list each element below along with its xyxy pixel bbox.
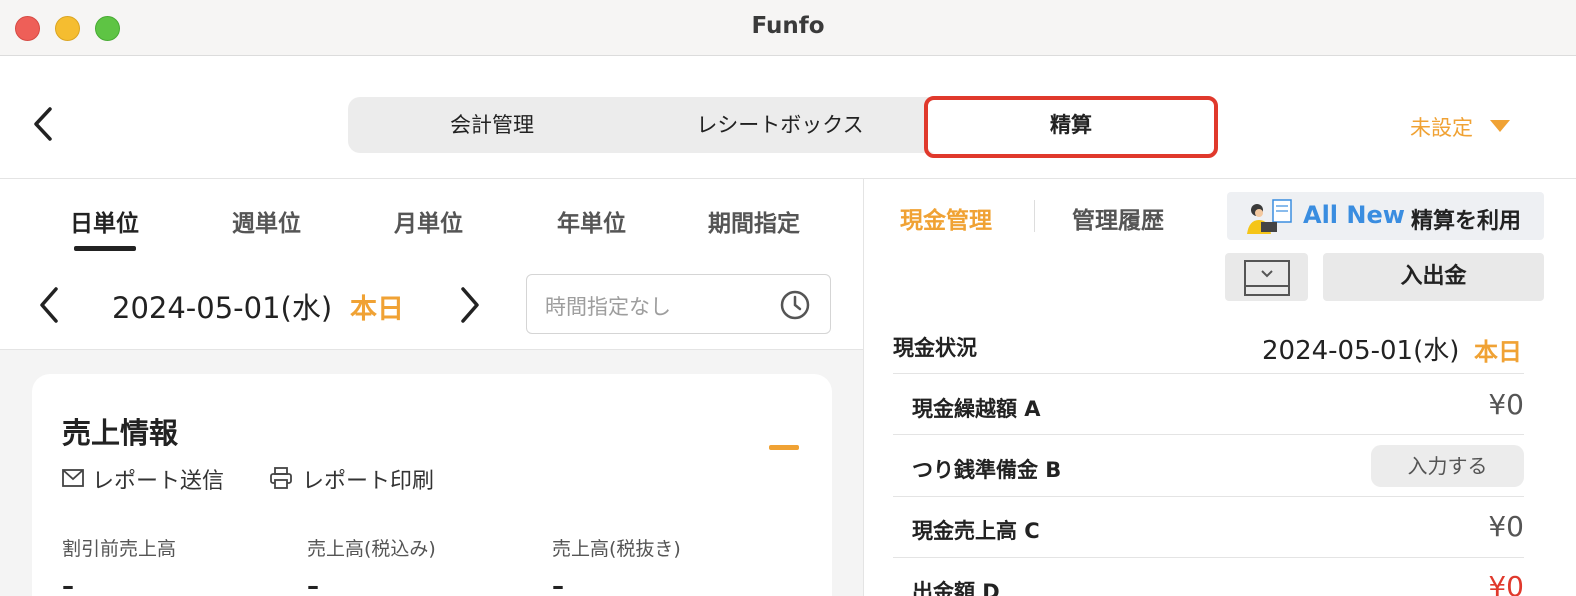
- current-date: 2024-05-01(水): [112, 291, 333, 325]
- cash-row-value: ¥0: [1488, 570, 1524, 596]
- divider: [0, 178, 1576, 179]
- metric-value: –: [62, 572, 74, 596]
- active-tab-indicator: [74, 246, 136, 251]
- today-badge: 本日: [350, 294, 404, 325]
- tab-custom-period[interactable]: 期間指定: [708, 204, 800, 238]
- tab-management-history[interactable]: 管理履歴: [1072, 201, 1164, 235]
- tab-accounting[interactable]: 会計管理: [348, 97, 636, 153]
- app-window: Funfo 会計管理 レシートボックス 精算 未設定 日単位 週単位 月単位 年…: [0, 0, 1576, 596]
- today-badge: 本日: [1474, 338, 1522, 366]
- time-filter-placeholder: 時間指定なし: [545, 295, 671, 319]
- promo-banner[interactable]: All New 精算を利用: [1227, 192, 1544, 240]
- sales-info-card: 売上情報 レポート送信 レポート印刷 割引前売上高 売上高(税込み) 売上高(税…: [32, 374, 832, 596]
- user-select[interactable]: 未設定: [1410, 112, 1473, 142]
- promo-new-label: All New: [1303, 201, 1405, 229]
- highlight-annotation: [924, 96, 1218, 158]
- cash-row-value: ¥0: [1488, 510, 1524, 543]
- cash-status-label: 現金状況: [893, 336, 977, 360]
- report-send-link[interactable]: レポート送信: [92, 463, 224, 495]
- metric-value: –: [307, 572, 319, 596]
- tab-weekly[interactable]: 週単位: [232, 204, 301, 238]
- cash-in-out-button[interactable]: 入出金: [1323, 253, 1544, 301]
- cash-row-label: 現金繰越額 A: [912, 397, 1041, 421]
- chevron-right-icon[interactable]: [457, 285, 483, 325]
- divider: [893, 373, 1524, 374]
- tab-monthly[interactable]: 月単位: [394, 204, 463, 238]
- cash-row-value: ¥0: [1488, 388, 1524, 421]
- clock-icon: [780, 290, 810, 320]
- mail-icon[interactable]: [62, 469, 84, 487]
- divider: [893, 496, 1524, 497]
- enter-amount-button[interactable]: 入力する: [1371, 445, 1524, 487]
- promo-text: 精算を利用: [1411, 209, 1522, 234]
- divider: [1034, 200, 1035, 232]
- metric-label: 売上高(税抜き): [552, 538, 681, 560]
- tab-yearly[interactable]: 年単位: [557, 204, 626, 238]
- report-print-link[interactable]: レポート印刷: [302, 463, 434, 495]
- chevron-left-icon[interactable]: [36, 285, 62, 325]
- person-laptop-illustration-icon: [1247, 199, 1292, 234]
- title-bar: Funfo: [0, 0, 1576, 56]
- printer-icon[interactable]: [270, 467, 292, 489]
- metric-value: –: [552, 572, 564, 596]
- chevron-left-icon[interactable]: [28, 104, 64, 144]
- window-title: Funfo: [751, 13, 825, 39]
- time-filter-field[interactable]: 時間指定なし: [526, 274, 831, 334]
- cash-row-label: 出金額 D: [912, 580, 1000, 596]
- cash-row-label: つり銭準備金 B: [912, 458, 1062, 482]
- cash-row-label: 現金売上高 C: [912, 519, 1040, 543]
- cash-status-date: 2024-05-01(水): [1262, 336, 1460, 366]
- divider: [863, 179, 864, 596]
- tab-cash-management[interactable]: 現金管理: [900, 201, 992, 235]
- cash-drawer-button[interactable]: [1225, 253, 1308, 301]
- metric-label: 売上高(税込み): [307, 538, 436, 560]
- metric-label: 割引前売上高: [62, 538, 177, 560]
- tab-daily[interactable]: 日単位: [70, 204, 139, 238]
- divider: [893, 434, 1524, 435]
- collapse-icon[interactable]: [769, 445, 799, 450]
- tab-receipt-box[interactable]: レシートボックス: [636, 97, 924, 153]
- cash-drawer-icon: [1244, 260, 1290, 296]
- caret-down-icon[interactable]: [1488, 118, 1512, 134]
- card-title: 売上情報: [62, 416, 179, 450]
- divider: [893, 557, 1524, 558]
